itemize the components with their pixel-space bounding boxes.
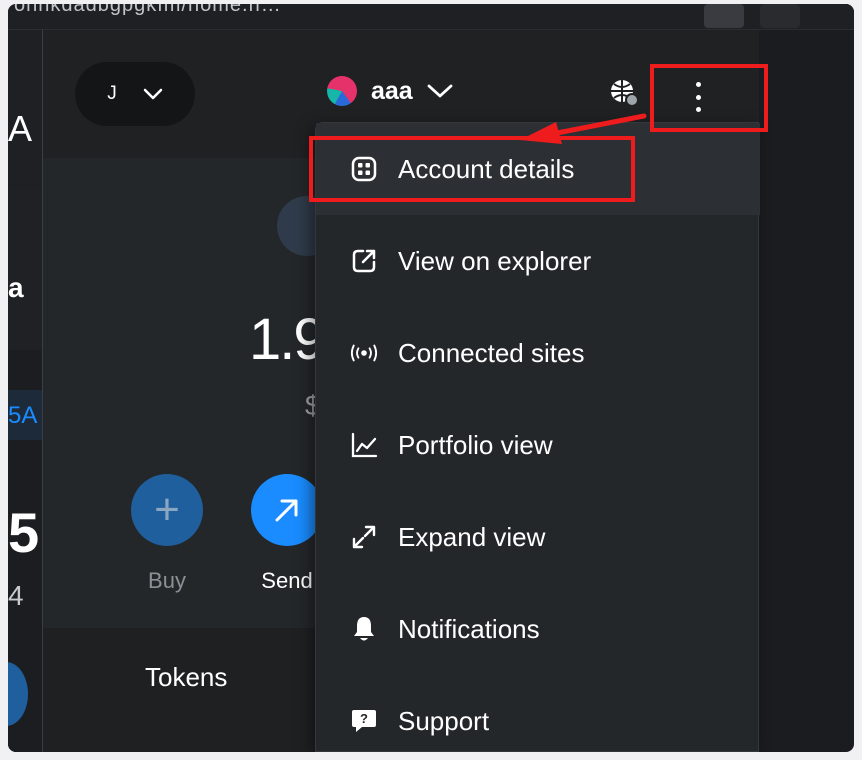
peek-fiat: 4 <box>8 580 24 611</box>
send-label: Send <box>261 568 313 593</box>
network-label: J <box>107 83 117 104</box>
annotation-arrow <box>520 113 647 144</box>
fox-extension-icon[interactable] <box>704 4 744 28</box>
menu-item-expand-view[interactable]: Expand view <box>316 491 760 583</box>
menu-item-support[interactable]: ? Support <box>316 675 760 752</box>
peek-address: 5A <box>8 402 38 429</box>
menu-item-notifications[interactable]: Notifications <box>316 583 760 675</box>
highlight-box-kebab <box>650 64 768 132</box>
arrow-up-right-icon <box>251 474 323 546</box>
buy-button[interactable]: + Buy <box>131 474 203 594</box>
account-picker[interactable]: aaa <box>327 76 453 106</box>
screenshot-frame: ohnkdadbgpgkfm/home.h… A a 5A 5 4 J aaa <box>8 4 854 752</box>
menu-item-view-on-explorer[interactable]: View on explorer <box>316 215 760 307</box>
expand-icon <box>350 523 378 551</box>
send-button[interactable]: Send <box>251 474 323 594</box>
url-text[interactable]: ohnkdadbgpgkfm/home.h… <box>14 4 282 17</box>
svg-text:?: ? <box>360 711 368 726</box>
menu-item-label: Expand view <box>398 521 546 552</box>
chevron-down-icon <box>143 88 162 100</box>
plus-icon: + <box>131 474 203 546</box>
menu-item-label: Portfolio view <box>398 429 553 460</box>
network-picker[interactable]: J <box>75 62 195 126</box>
broadcast-icon <box>350 339 378 367</box>
chevron-down-icon <box>427 84 453 98</box>
menu-item-label: View on explorer <box>398 245 592 276</box>
buy-label: Buy <box>148 568 186 593</box>
balance-amount: 1.9 <box>249 307 326 372</box>
menu-item-portfolio-view[interactable]: Portfolio view <box>316 399 760 491</box>
connection-globe-icon[interactable] <box>609 78 639 108</box>
tab-tokens[interactable]: Tokens <box>145 662 227 693</box>
menu-item-label: Notifications <box>398 613 540 644</box>
peek-balance: 5 <box>8 501 40 564</box>
peek-letter-a-large: A <box>8 108 33 149</box>
puzzle-icon[interactable] <box>760 4 800 28</box>
peek-letter-a-small: a <box>8 272 24 303</box>
menu-item-label: Support <box>398 705 490 736</box>
bell-icon <box>350 615 378 643</box>
menu-item-connected-sites[interactable]: Connected sites <box>316 307 760 399</box>
support-chat-icon: ? <box>350 707 378 735</box>
peek-token-avatar <box>8 662 28 726</box>
account-options-dropdown: Account details View on explorer Connect… <box>315 122 760 752</box>
background-page: A a 5A 5 4 <box>8 30 44 752</box>
menu-item-label: Connected sites <box>398 337 585 368</box>
browser-toolbar: ohnkdadbgpgkfm/home.h… <box>8 4 854 30</box>
account-avatar <box>327 76 357 106</box>
account-name: aaa <box>371 76 413 105</box>
chart-line-icon <box>350 431 378 459</box>
external-link-icon <box>350 247 378 275</box>
